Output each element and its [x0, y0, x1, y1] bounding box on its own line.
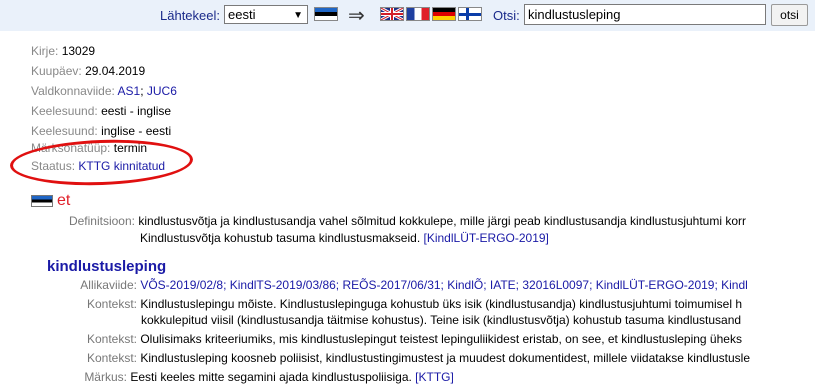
definition-label: Definitsioon:: [68, 214, 135, 228]
definition-row-2: Kindlustusvõtja kohustub tasuma kindlust…: [140, 231, 549, 245]
estonia-flag-icon[interactable]: [314, 7, 338, 21]
top-toolbar: Lähtekeel: eesti ▼ ⇒ Otsi: kindlustuslep…: [0, 0, 815, 31]
context-text: Kindlustusleping koosneb poliisist, kind…: [140, 351, 750, 365]
source-language-select[interactable]: eesti ▼: [224, 5, 308, 24]
chevron-down-icon: ▼: [293, 10, 303, 21]
note-text: Eesti keeles mitte segamini ajada kindlu…: [130, 370, 412, 384]
note-row: Märkus: Eesti keeles mitte segamini ajad…: [0, 370, 454, 384]
source-reference-links[interactable]: VÕS-2019/02/8; KindlTS-2019/03/86; REÕS-…: [140, 278, 747, 292]
domain-link-as1[interactable]: AS1: [118, 84, 141, 98]
context-label: Kontekst:: [86, 351, 137, 365]
estonia-flag-icon: [31, 195, 53, 207]
definition-text-line2: Kindlustusvõtja kohustub tasuma kindlust…: [140, 231, 421, 245]
context-row: Kontekst: Kindlustuslepingu mõiste. Kind…: [0, 297, 742, 311]
definition-text-line1: kindlustusvõtja ja kindlustusandja vahel…: [138, 214, 747, 228]
context-text: Kindlustuslepingu mõiste. Kindlustuslepi…: [140, 297, 742, 311]
uk-flag-icon[interactable]: [380, 7, 404, 21]
domain-link-juc6[interactable]: JUC6: [147, 84, 177, 98]
germany-flag-icon[interactable]: [432, 7, 456, 21]
context-row: Kontekst: Olulisimaks kriteeriumiks, mis…: [0, 332, 742, 346]
note-source-link[interactable]: [KTTG]: [415, 370, 454, 384]
context-label: Kontekst:: [86, 297, 137, 311]
context-text: kokkulepitud viisil (kindlustusandja täi…: [141, 313, 742, 327]
arrow-right-icon: ⇒: [348, 5, 365, 27]
source-language-value: eesti: [228, 7, 256, 22]
context-text: Olulisimaks kriteeriumiks, mis kindlustu…: [140, 332, 742, 346]
language-direction-1: Keelesuund: eesti - inglise: [31, 104, 172, 118]
term-headword: kindlustusleping: [47, 258, 167, 275]
source-reference-row: Allikaviide: VÕS-2019/02/8; KindlTS-2019…: [0, 278, 748, 292]
finland-flag-icon[interactable]: [458, 7, 482, 21]
search-button[interactable]: otsi: [771, 4, 808, 26]
note-label: Märkus:: [84, 370, 127, 384]
source-language-label: Lähtekeel:: [160, 8, 220, 23]
record-number: Kirje: 13029: [31, 44, 96, 58]
context-row-continued: kokkulepitud viisil (kindlustusandja täi…: [141, 313, 741, 327]
search-input[interactable]: kindlustusleping: [524, 4, 766, 25]
source-reference-label: Allikaviide:: [80, 278, 137, 292]
context-label: Kontekst:: [86, 332, 137, 346]
context-row: Kontekst: Kindlustusleping koosneb polii…: [0, 351, 750, 365]
language-code: et: [57, 192, 71, 209]
date-field: Kuupäev: 29.04.2019: [31, 64, 146, 78]
definition-row: Definitsioon: kindlustusvõtja ja kindlus…: [0, 214, 746, 228]
definition-source-link[interactable]: [KindlLÜT-ERGO-2019]: [424, 231, 549, 245]
france-flag-icon[interactable]: [406, 7, 430, 21]
search-label: Otsi:: [493, 8, 520, 23]
language-direction-2: Keelesuund: inglise - eesti: [31, 124, 172, 138]
domain-reference: Valdkonnaviide: AS1; JUC6: [31, 84, 177, 98]
